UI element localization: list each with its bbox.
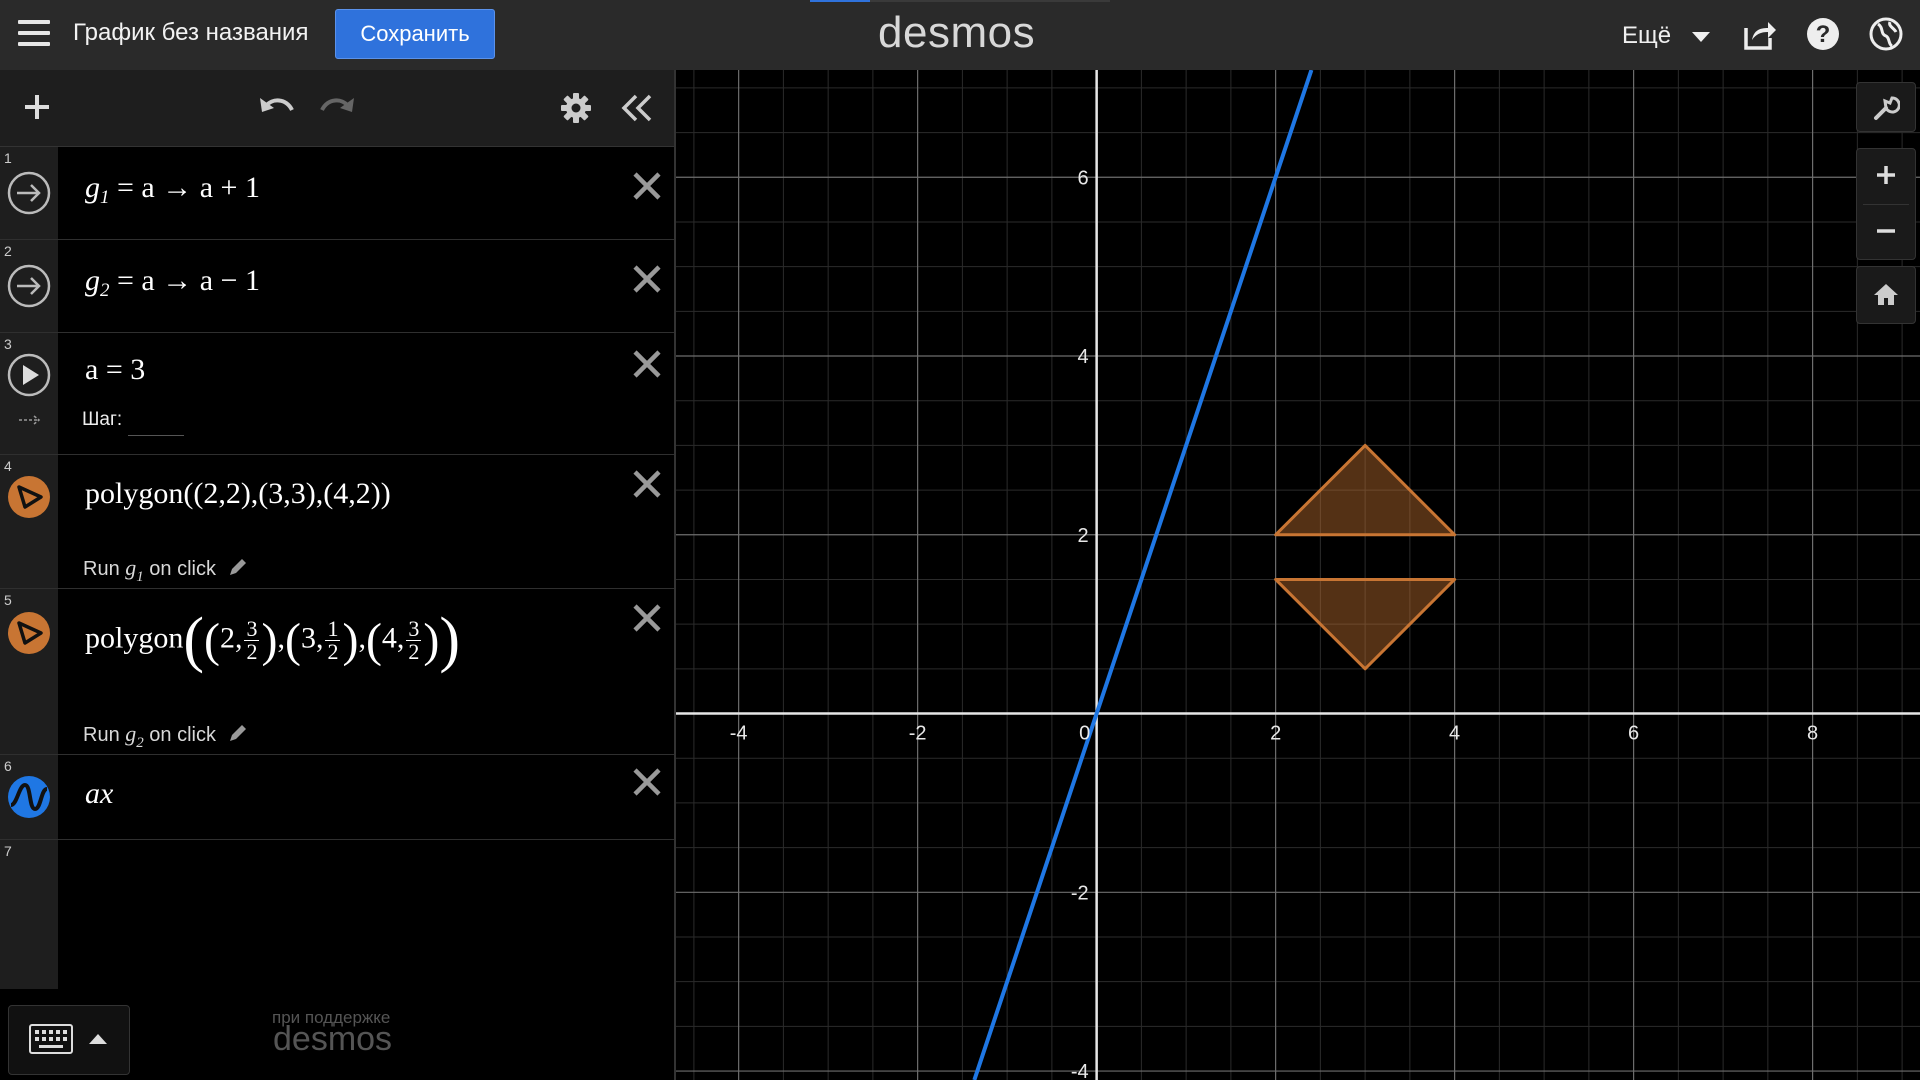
menu-icon[interactable] xyxy=(18,20,50,48)
add-icon[interactable] xyxy=(22,92,52,122)
y-tick-label: 2 xyxy=(1078,525,1089,547)
x-tick-label: 4 xyxy=(1449,723,1460,745)
row-number: 6 xyxy=(4,758,12,774)
zoom-divider xyxy=(1863,204,1909,205)
step-input[interactable] xyxy=(128,435,184,436)
click-action-hint[interactable]: Run g1 on click xyxy=(83,555,248,586)
row-number: 2 xyxy=(4,243,12,259)
delete-icon[interactable] xyxy=(632,264,662,294)
x-tick-label: -2 xyxy=(909,723,927,745)
row-number: 3 xyxy=(4,336,12,352)
expression-row-2[interactable]: 2 g2 = a → a − 1 xyxy=(0,240,674,333)
expression-math[interactable]: ax xyxy=(85,777,113,811)
collapse-icon[interactable] xyxy=(620,92,654,124)
click-action-hint[interactable]: Run g2 on click xyxy=(83,721,248,752)
pencil-icon[interactable] xyxy=(228,723,248,743)
y-tick-label: 6 xyxy=(1078,167,1089,189)
play-icon[interactable] xyxy=(7,353,51,397)
x-tick-label: -4 xyxy=(730,723,748,745)
delete-icon[interactable] xyxy=(632,767,662,797)
expression-math[interactable]: g1 = a → a + 1 xyxy=(85,171,260,209)
x-axis-tick-labels: -4 -2 0 2 4 6 8 xyxy=(730,723,1818,745)
zoom-out-icon[interactable] xyxy=(1876,221,1896,241)
keyboard-icon xyxy=(29,1024,73,1054)
top-bar: График без названия Сохранить desmos Ещё… xyxy=(0,0,1920,70)
expression-row-7[interactable]: 7 xyxy=(0,840,674,920)
x-tick-label: 2 xyxy=(1270,723,1281,745)
expression-row-4[interactable]: 4 polygon((2,2),(3,3),(4,2)) Run g1 on c… xyxy=(0,455,674,589)
expression-row-5[interactable]: 5 polygon((2, 3 2),(3, 1 2),(4, 3 2)) Run g2 o… xyxy=(0,589,674,755)
delete-icon[interactable] xyxy=(632,349,662,379)
expression-row-3[interactable]: 3 a = 3 Шаг: xyxy=(0,333,674,455)
y-tick-label: 4 xyxy=(1078,346,1089,368)
expression-panel: 1 g1 = a → a + 1 2 g2 = a → a − 1 3 a = … xyxy=(0,70,676,1080)
y-tick-label: -4 xyxy=(1071,1061,1089,1080)
expression-row-1[interactable]: 1 g1 = a → a + 1 xyxy=(0,147,674,240)
expression-math[interactable]: g2 = a → a − 1 xyxy=(85,264,260,302)
graph-settings-button[interactable] xyxy=(1856,82,1916,132)
x-tick-label: 0 xyxy=(1079,723,1090,745)
chevron-up-icon xyxy=(89,1034,107,1044)
undo-icon[interactable] xyxy=(258,92,296,122)
pencil-icon[interactable] xyxy=(228,557,248,577)
slider-direction-icon[interactable] xyxy=(18,415,42,425)
home-icon xyxy=(1874,284,1898,305)
row-number: 5 xyxy=(4,592,12,608)
polygon-icon[interactable] xyxy=(7,475,51,519)
header-accent-bar xyxy=(810,0,870,2)
default-viewport-button[interactable] xyxy=(1856,266,1916,324)
action-arrow-icon[interactable] xyxy=(7,171,51,215)
zoom-controls xyxy=(1856,148,1916,260)
share-icon[interactable] xyxy=(1742,16,1778,52)
expression-toolbar xyxy=(0,70,674,147)
graph-canvas[interactable]: -4 -2 0 2 4 6 8 6 4 2 -2 -4 xyxy=(676,70,1920,1080)
svg-text:?: ? xyxy=(1816,21,1831,48)
y-tick-label: -2 xyxy=(1071,882,1089,904)
delete-icon[interactable] xyxy=(632,171,662,201)
delete-icon[interactable] xyxy=(632,469,662,499)
slider-value[interactable]: a = 3 xyxy=(85,353,145,387)
minor-gridlines xyxy=(676,70,1920,1080)
graph-title[interactable]: График без названия xyxy=(73,19,308,47)
polygon-expression[interactable]: polygon((2,2),(3,3),(4,2)) xyxy=(85,477,391,511)
row-number: 4 xyxy=(4,458,12,474)
powered-by-logo: desmos xyxy=(273,1020,393,1058)
chevron-down-icon[interactable] xyxy=(1692,32,1710,42)
x-tick-label: 8 xyxy=(1807,723,1818,745)
delete-icon[interactable] xyxy=(632,603,662,633)
gear-icon[interactable] xyxy=(560,92,592,124)
action-arrow-icon[interactable] xyxy=(7,264,51,308)
header-divider-bar xyxy=(870,0,1110,2)
wrench-icon xyxy=(1874,96,1900,120)
step-label: Шаг: xyxy=(82,409,123,430)
keyboard-toggle-button[interactable] xyxy=(8,1005,130,1075)
help-icon[interactable]: ? xyxy=(1805,16,1841,52)
row-number: 7 xyxy=(4,843,12,859)
more-menu-button[interactable]: Ещё xyxy=(1622,22,1671,50)
y-axis-tick-labels: 6 4 2 -2 -4 xyxy=(1071,167,1089,1080)
x-tick-label: 6 xyxy=(1628,723,1639,745)
desmos-logo: desmos xyxy=(878,8,1036,57)
row-number: 1 xyxy=(4,150,12,166)
globe-icon[interactable] xyxy=(1868,16,1904,52)
zoom-in-icon[interactable] xyxy=(1876,165,1896,185)
polygon-expression[interactable]: polygon((2, 3 2),(3, 1 2),(4, 3 2)) xyxy=(85,605,460,676)
polygon-icon[interactable] xyxy=(7,611,51,655)
wave-icon[interactable] xyxy=(7,775,51,819)
save-button[interactable]: Сохранить xyxy=(335,9,495,59)
expression-row-6[interactable]: 6 ax xyxy=(0,755,674,840)
redo-icon[interactable] xyxy=(318,92,356,122)
